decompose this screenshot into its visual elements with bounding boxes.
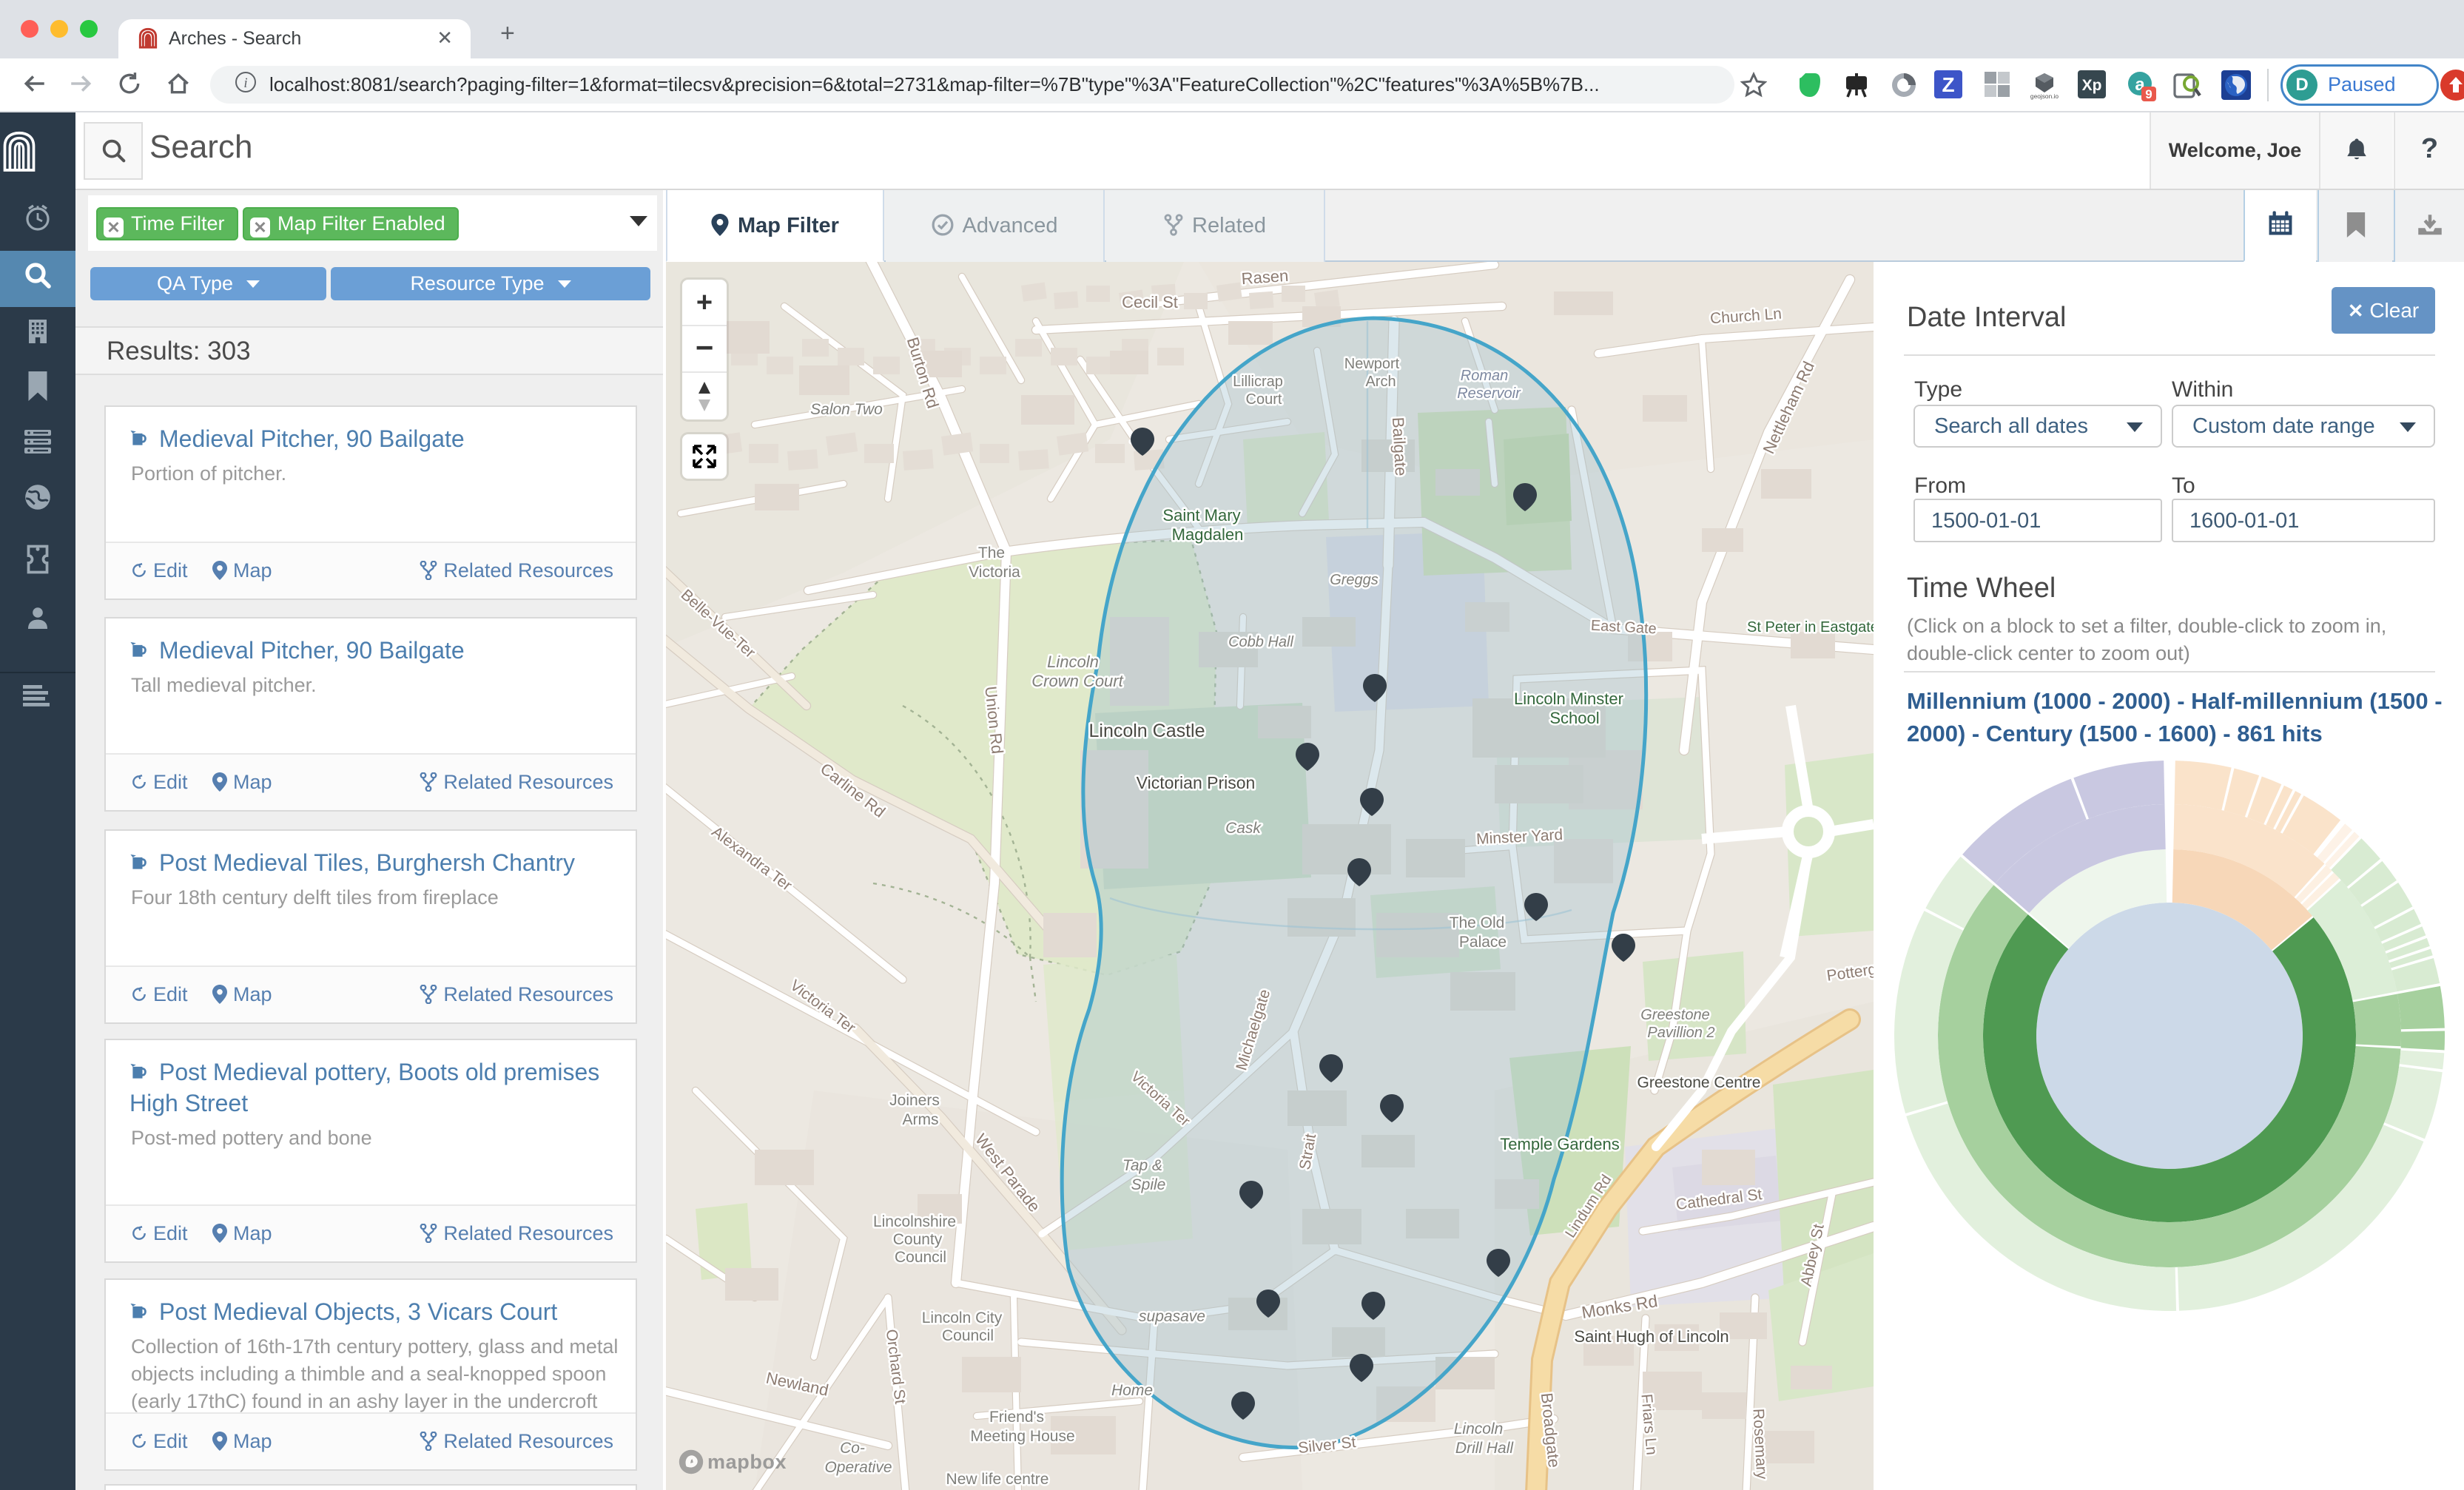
- svg-text:Victoria: Victoria: [969, 564, 1020, 581]
- svg-text:Lincoln Castle: Lincoln Castle: [1088, 721, 1205, 741]
- svg-text:Pavillion 2: Pavillion 2: [1647, 1025, 1714, 1041]
- svg-text:Reservoir: Reservoir: [1457, 385, 1521, 402]
- svg-text:Victorian Prison: Victorian Prison: [1137, 773, 1256, 792]
- svg-text:Roman: Roman: [1461, 368, 1508, 384]
- svg-text:Operative: Operative: [824, 1459, 892, 1476]
- svg-text:Lincolnshire: Lincolnshire: [873, 1213, 956, 1230]
- svg-text:Council: Council: [942, 1327, 994, 1344]
- svg-text:geojson.io: geojson.io: [2030, 92, 2059, 100]
- svg-text:Lincoln: Lincoln: [1454, 1420, 1504, 1437]
- svg-text:Joiners: Joiners: [889, 1092, 940, 1109]
- svg-text:Greggs: Greggs: [1330, 572, 1379, 588]
- svg-text:9: 9: [2145, 87, 2152, 101]
- svg-text:Cobb Hall: Cobb Hall: [1228, 634, 1293, 650]
- svg-text:Newport: Newport: [1344, 356, 1400, 372]
- svg-text:Cask: Cask: [1225, 820, 1262, 837]
- svg-text:Bailgate: Bailgate: [1389, 417, 1410, 476]
- svg-text:St Peter in Eastgate: St Peter in Eastgate: [1747, 619, 1874, 636]
- svg-text:Friend's: Friend's: [989, 1409, 1044, 1426]
- svg-text:Z: Z: [1942, 73, 1954, 96]
- svg-text:School: School: [1549, 709, 1599, 727]
- svg-text:Lincoln Minster: Lincoln Minster: [1514, 690, 1623, 708]
- svg-text:Arch: Arch: [1365, 374, 1396, 390]
- svg-text:Saint Hugh of Lincoln: Saint Hugh of Lincoln: [1574, 1327, 1728, 1346]
- svg-text:Salon Two: Salon Two: [810, 401, 883, 418]
- svg-text:Temple Gardens: Temple Gardens: [1500, 1135, 1619, 1153]
- svg-text:The Old: The Old: [1450, 914, 1505, 931]
- svg-text:Lillicrap: Lillicrap: [1233, 374, 1283, 390]
- svg-text:Lincoln: Lincoln: [1047, 653, 1099, 671]
- svg-text:Lincoln City: Lincoln City: [922, 1309, 1003, 1326]
- svg-text:Co-: Co-: [840, 1440, 865, 1457]
- svg-text:Court: Court: [1246, 391, 1282, 408]
- svg-text:Drill Hall: Drill Hall: [1455, 1440, 1515, 1457]
- svg-text:Saint Mary: Saint Mary: [1162, 506, 1240, 525]
- svg-text:Meeting House: Meeting House: [970, 1428, 1074, 1445]
- svg-text:Rosemary: Rosemary: [1750, 1408, 1771, 1480]
- svg-text:Palace: Palace: [1459, 934, 1507, 951]
- svg-text:Cecil St: Cecil St: [1122, 293, 1178, 311]
- svg-text:Council: Council: [895, 1249, 946, 1266]
- svg-text:Rasen: Rasen: [1241, 266, 1289, 288]
- svg-text:Home: Home: [1111, 1382, 1153, 1399]
- svg-text:Greestone: Greestone: [1640, 1007, 1709, 1023]
- svg-text:The: The: [978, 545, 1005, 562]
- svg-text:Magdalen: Magdalen: [1172, 525, 1244, 544]
- svg-text:Crown Court: Crown Court: [1031, 672, 1123, 690]
- svg-text:supasave: supasave: [1139, 1308, 1205, 1325]
- svg-text:New life centre: New life centre: [946, 1471, 1049, 1488]
- svg-text:Greestone Centre: Greestone Centre: [1637, 1074, 1761, 1091]
- svg-text:County: County: [893, 1231, 943, 1248]
- svg-text:Arms: Arms: [903, 1111, 939, 1128]
- svg-text:Spile: Spile: [1131, 1176, 1166, 1193]
- svg-text:Tap &: Tap &: [1122, 1157, 1162, 1174]
- svg-text:East Gate: East Gate: [1590, 618, 1657, 638]
- svg-text:Xp: Xp: [2082, 77, 2102, 94]
